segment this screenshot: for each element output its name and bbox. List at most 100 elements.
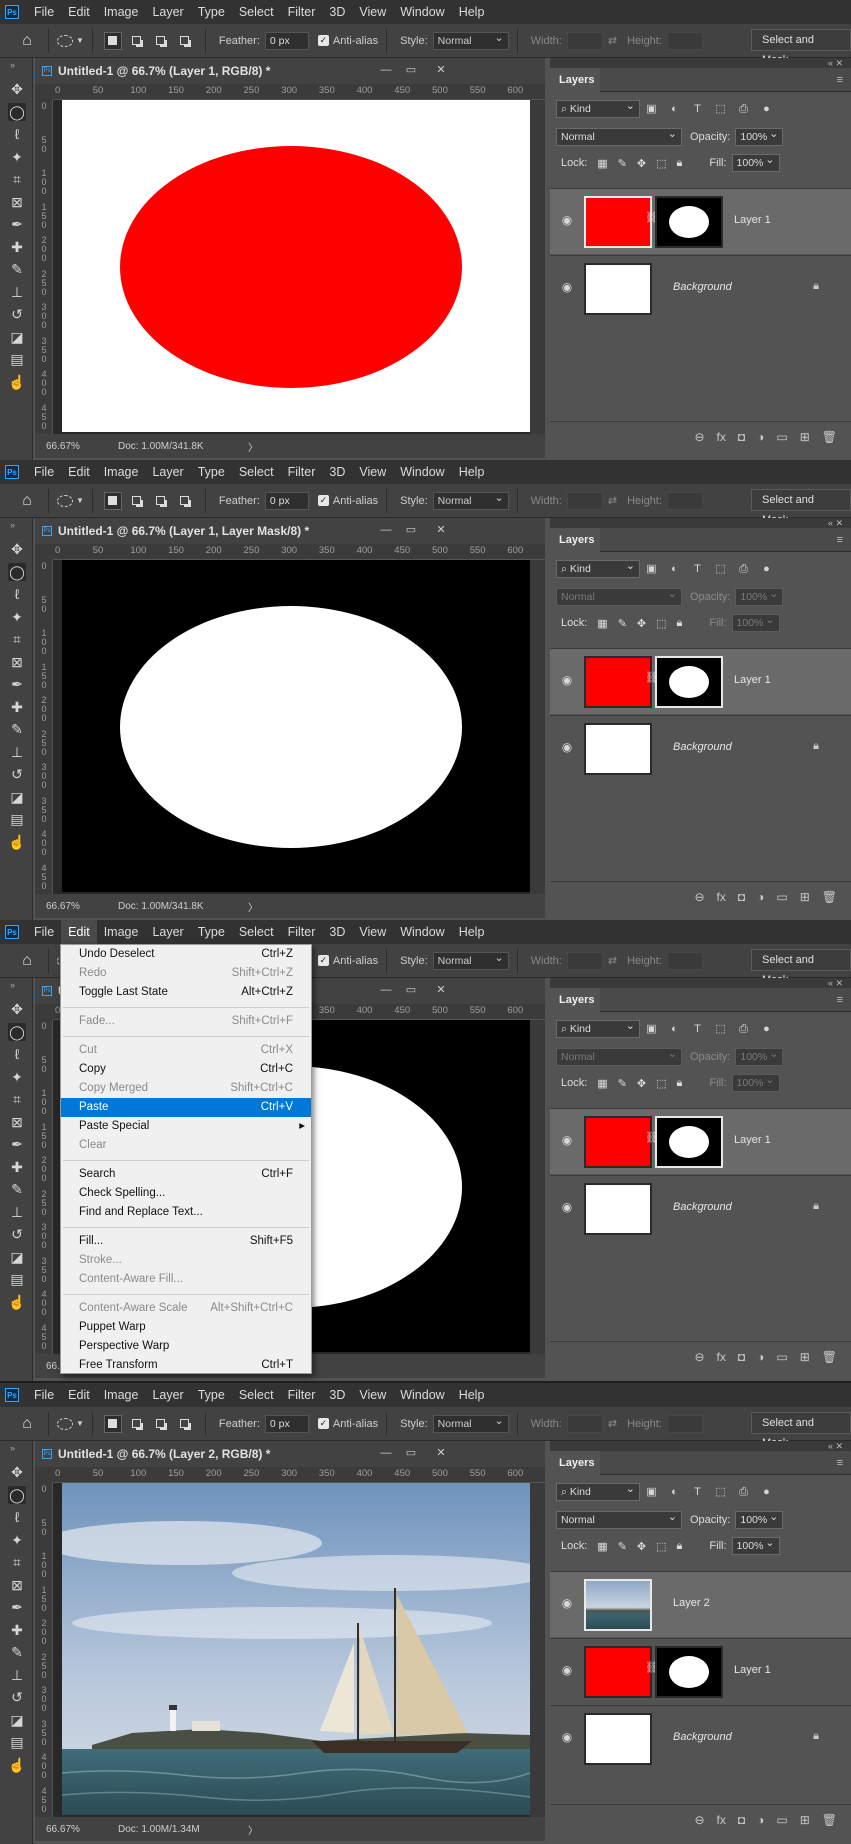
image-filter-icon[interactable]: ▣ bbox=[645, 1023, 658, 1035]
filter-toggle-icon[interactable]: ● bbox=[760, 1023, 773, 1035]
menu-item-puppet-warp[interactable]: Puppet Warp bbox=[61, 1318, 311, 1337]
healing-brush-tool-icon[interactable]: ✚ bbox=[8, 1158, 26, 1176]
status-menu-arrow-icon[interactable]: 〉 bbox=[248, 899, 258, 914]
fx-icon[interactable]: fx bbox=[717, 430, 726, 444]
anti-alias-checkbox[interactable]: ✓ Anti-alias bbox=[317, 1418, 378, 1430]
frame-tool-icon[interactable]: ⊠ bbox=[8, 1113, 26, 1131]
adjustment-filter-icon[interactable]: ◐ bbox=[668, 103, 681, 115]
healing-brush-tool-icon[interactable]: ✚ bbox=[8, 1621, 26, 1639]
menu-type[interactable]: Type bbox=[191, 1383, 232, 1407]
smudge-tool-icon[interactable]: ☝ bbox=[8, 1756, 26, 1774]
close-icon[interactable]: ✕ bbox=[435, 524, 447, 536]
menu-select[interactable]: Select bbox=[232, 1383, 281, 1407]
fill-input[interactable]: 100% bbox=[731, 152, 780, 172]
gradient-tool-icon[interactable]: ▤ bbox=[8, 1733, 26, 1751]
fill-input[interactable]: 100% bbox=[731, 612, 780, 632]
menu-type[interactable]: Type bbox=[191, 0, 232, 24]
close-icon[interactable]: ✕ bbox=[435, 64, 447, 76]
shape-filter-icon[interactable]: ⬚ bbox=[714, 1486, 727, 1498]
add-to-selection-button[interactable] bbox=[128, 1415, 146, 1433]
horizontal-ruler[interactable]: 050100150200250300350400450500550600650 bbox=[53, 84, 545, 100]
lock-all-icon[interactable]: 🔒︎ bbox=[677, 157, 683, 170]
smart-object-filter-icon[interactable]: ⎙ bbox=[737, 563, 750, 575]
eraser-tool-icon[interactable]: ◪ bbox=[8, 1711, 26, 1729]
fx-icon[interactable]: fx bbox=[717, 1350, 726, 1364]
lock-position-icon[interactable]: ✥ bbox=[637, 1540, 646, 1553]
kind-filter-dropdown[interactable]: ⌕ Kind bbox=[556, 98, 640, 118]
menu-item-find-and-replace-text[interactable]: Find and Replace Text... bbox=[61, 1203, 311, 1222]
menu-image[interactable]: Image bbox=[97, 460, 146, 484]
layer-mask-thumbnail[interactable] bbox=[655, 656, 723, 708]
vertical-ruler[interactable]: 050100150200250300350400450 bbox=[35, 1020, 53, 1360]
close-icon[interactable]: ✕ bbox=[435, 984, 447, 996]
move-tool-icon[interactable]: ✥ bbox=[8, 540, 26, 558]
type-filter-icon[interactable]: T bbox=[691, 103, 704, 115]
vertical-scrollbar[interactable] bbox=[530, 100, 545, 434]
intersect-selection-button[interactable] bbox=[176, 32, 194, 50]
anti-alias-checkbox[interactable]: ✓ Anti-alias bbox=[317, 35, 378, 47]
tab-layers[interactable]: Layers bbox=[550, 68, 600, 92]
menu-view[interactable]: View bbox=[352, 920, 393, 944]
menu-layer[interactable]: Layer bbox=[145, 460, 190, 484]
smudge-tool-icon[interactable]: ☝ bbox=[8, 1293, 26, 1311]
menu-item-paste-special[interactable]: Paste Special ▸ bbox=[61, 1117, 311, 1136]
brush-tool-icon[interactable]: ✎ bbox=[8, 1643, 26, 1661]
visibility-eye-icon[interactable]: ◉ bbox=[560, 673, 574, 687]
eraser-tool-icon[interactable]: ◪ bbox=[8, 1248, 26, 1266]
layer-thumbnail[interactable] bbox=[584, 656, 652, 708]
visibility-eye-icon[interactable]: ◉ bbox=[560, 740, 574, 754]
restore-icon[interactable]: ▭ bbox=[405, 1447, 417, 1459]
visibility-eye-icon[interactable]: ◉ bbox=[560, 1596, 574, 1610]
layer-mask-thumbnail[interactable] bbox=[655, 1646, 723, 1698]
menu-view[interactable]: View bbox=[352, 0, 393, 24]
menu-3d[interactable]: 3D bbox=[322, 1383, 352, 1407]
menu-type[interactable]: Type bbox=[191, 920, 232, 944]
new-layer-icon[interactable]: ⊞ bbox=[800, 1350, 810, 1364]
lock-artboard-icon[interactable]: ⬚ bbox=[656, 1540, 666, 1553]
menu-item-toggle-last-state[interactable]: Toggle Last State Alt+Ctrl+Z bbox=[61, 983, 311, 1002]
minimize-icon[interactable]: — bbox=[380, 984, 392, 996]
magic-wand-tool-icon[interactable]: ✦ bbox=[8, 608, 26, 626]
height-input[interactable] bbox=[666, 951, 703, 970]
gradient-tool-icon[interactable]: ▤ bbox=[8, 350, 26, 368]
blend-mode-dropdown[interactable]: Normal bbox=[556, 1509, 682, 1529]
vertical-scrollbar[interactable] bbox=[530, 1020, 545, 1354]
lock-transparent-icon[interactable]: ▦ bbox=[597, 1077, 607, 1090]
toolbar-collapse-icon[interactable]: » bbox=[10, 520, 15, 530]
layer-thumbnail[interactable] bbox=[584, 263, 652, 315]
horizontal-ruler[interactable]: 050100150200250300350400450500550600650 bbox=[53, 1467, 545, 1483]
menu-item-check-spelling[interactable]: Check Spelling... bbox=[61, 1184, 311, 1203]
menu-filter[interactable]: Filter bbox=[281, 1383, 323, 1407]
intersect-selection-button[interactable] bbox=[176, 492, 194, 510]
lock-position-icon[interactable]: ✥ bbox=[637, 1077, 646, 1090]
lock-pixels-icon[interactable]: ✎ bbox=[618, 1077, 627, 1090]
history-brush-tool-icon[interactable]: ↺ bbox=[8, 305, 26, 323]
elliptical-marquee-tool-icon[interactable]: ◯ bbox=[8, 1022, 26, 1041]
home-icon[interactable]: ⌂ bbox=[14, 1411, 40, 1437]
lock-pixels-icon[interactable]: ✎ bbox=[618, 1540, 627, 1553]
layer-thumbnail[interactable] bbox=[584, 1183, 652, 1235]
style-dropdown[interactable]: Normal bbox=[432, 1413, 509, 1433]
eraser-tool-icon[interactable]: ◪ bbox=[8, 328, 26, 346]
menu-item-copy[interactable]: Copy Ctrl+C bbox=[61, 1060, 311, 1079]
magic-wand-tool-icon[interactable]: ✦ bbox=[8, 1068, 26, 1086]
fx-icon[interactable]: fx bbox=[717, 890, 726, 904]
trash-icon[interactable]: 🗑︎ bbox=[822, 890, 837, 904]
menu-3d[interactable]: 3D bbox=[322, 460, 352, 484]
menu-help[interactable]: Help bbox=[452, 1383, 492, 1407]
visibility-eye-icon[interactable]: ◉ bbox=[560, 1133, 574, 1147]
panel-menu-icon[interactable]: ≡ bbox=[837, 74, 843, 86]
eyedropper-tool-icon[interactable]: ✒ bbox=[8, 1135, 26, 1153]
menu-item-fill[interactable]: Fill... Shift+F5 bbox=[61, 1232, 311, 1251]
lock-artboard-icon[interactable]: ⬚ bbox=[656, 1077, 666, 1090]
menu-filter[interactable]: Filter bbox=[281, 920, 323, 944]
kind-filter-dropdown[interactable]: ⌕ Kind bbox=[556, 1018, 640, 1038]
layer-row[interactable]: ◉ Background 🔒︎ bbox=[550, 1175, 851, 1241]
layer-row[interactable]: ◉ Background 🔒︎ bbox=[550, 255, 851, 321]
menu-file[interactable]: File bbox=[27, 920, 61, 944]
toolbar-collapse-icon[interactable]: » bbox=[10, 1443, 15, 1453]
history-brush-tool-icon[interactable]: ↺ bbox=[8, 1688, 26, 1706]
menu-window[interactable]: Window bbox=[393, 0, 451, 24]
vertical-ruler[interactable]: 050100150200250300350400450 bbox=[35, 560, 53, 900]
frame-tool-icon[interactable]: ⊠ bbox=[8, 193, 26, 211]
